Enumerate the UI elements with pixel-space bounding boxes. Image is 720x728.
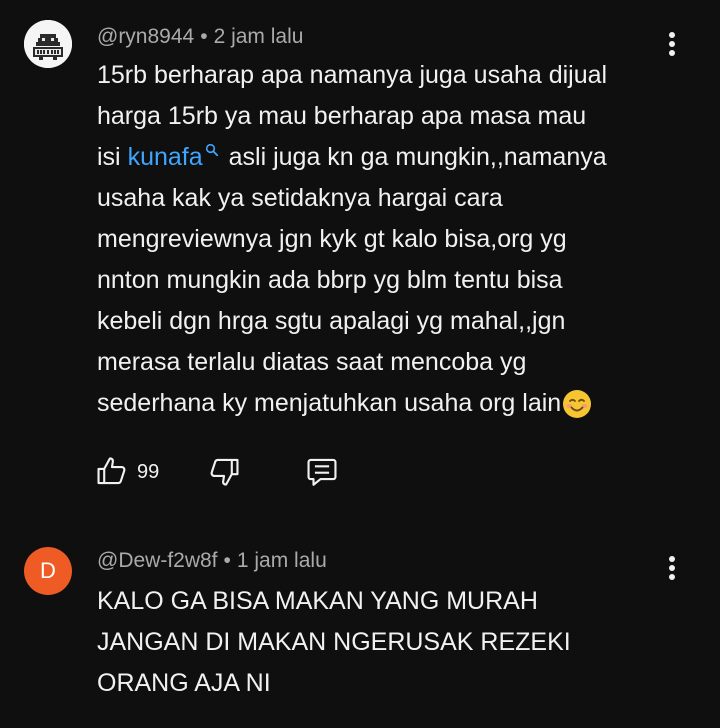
dislike-button[interactable]: [207, 453, 243, 489]
search-link[interactable]: kunafa: [128, 143, 203, 171]
comment-body: KALO GA BISA MAKAN YANG MURAH JANGAN DI …: [97, 581, 697, 704]
comment-text: sederhana ky menjatuhkan usaha org lain: [97, 389, 562, 417]
dislike-icon: [210, 458, 239, 486]
comment-line: JANGAN DI MAKAN NGERUSAK REZEKI: [97, 628, 571, 656]
comment-line: merasa terlalu diatas saat mencoba yg: [97, 348, 527, 376]
more-vert-icon: [669, 556, 675, 580]
timestamp: 2 jam lalu: [213, 25, 304, 48]
reply-icon: [307, 458, 337, 486]
pixel-robot-avatar-icon: [24, 20, 72, 68]
comment-line: isi kunafa asli juga kn ga mungkin,,naman…: [97, 137, 697, 178]
username[interactable]: @ryn8944: [97, 25, 194, 48]
avatar[interactable]: D: [24, 547, 72, 595]
timestamp: 1 jam lalu: [236, 549, 327, 572]
comment-text: isi: [97, 143, 121, 171]
username[interactable]: @Dew-f2w8f: [97, 549, 218, 572]
comment-meta: @Dew-f2w8f • 1 jam lalu: [97, 549, 327, 573]
more-options-button[interactable]: [660, 552, 684, 584]
meta-separator: •: [200, 25, 208, 48]
comment-meta: @ryn8944 • 2 jam lalu: [97, 25, 303, 49]
comment-line: mengreviewnya jgn kyk gt kalo bisa,org y…: [97, 225, 567, 253]
smiling-face-emoji-icon: [563, 390, 592, 419]
comment-line: KALO GA BISA MAKAN YANG MURAH: [97, 587, 538, 615]
comment-actions: 99: [95, 453, 355, 493]
like-icon: [97, 457, 126, 485]
comment-line: ORANG AJA NI: [97, 669, 271, 697]
comment-line: harga 15rb ya mau berharap apa masa mau: [97, 102, 587, 130]
avatar-letter: D: [40, 558, 56, 583]
comment-text: asli juga kn ga mungkin,,namanya: [228, 143, 607, 171]
comment-line: 15rb berharap apa namanya juga usaha dij…: [97, 61, 608, 89]
comment-body: 15rb berharap apa namanya juga usaha dij…: [97, 55, 697, 424]
search-icon[interactable]: [205, 143, 219, 157]
avatar[interactable]: [24, 20, 72, 68]
comment-line: sederhana ky menjatuhkan usaha org lain: [97, 383, 697, 424]
meta-separator: •: [223, 549, 231, 572]
like-count: 99: [137, 461, 160, 483]
comment-line: usaha kak ya setidaknya hargai cara: [97, 184, 503, 212]
reply-button[interactable]: [305, 453, 341, 489]
comment-line: kebeli dgn hrga sgtu apalagi yg mahal,,j…: [97, 307, 566, 335]
like-button[interactable]: 99: [95, 453, 175, 489]
comment-line: nnton mungkin ada bbrp yg blm tentu bisa: [97, 266, 563, 294]
